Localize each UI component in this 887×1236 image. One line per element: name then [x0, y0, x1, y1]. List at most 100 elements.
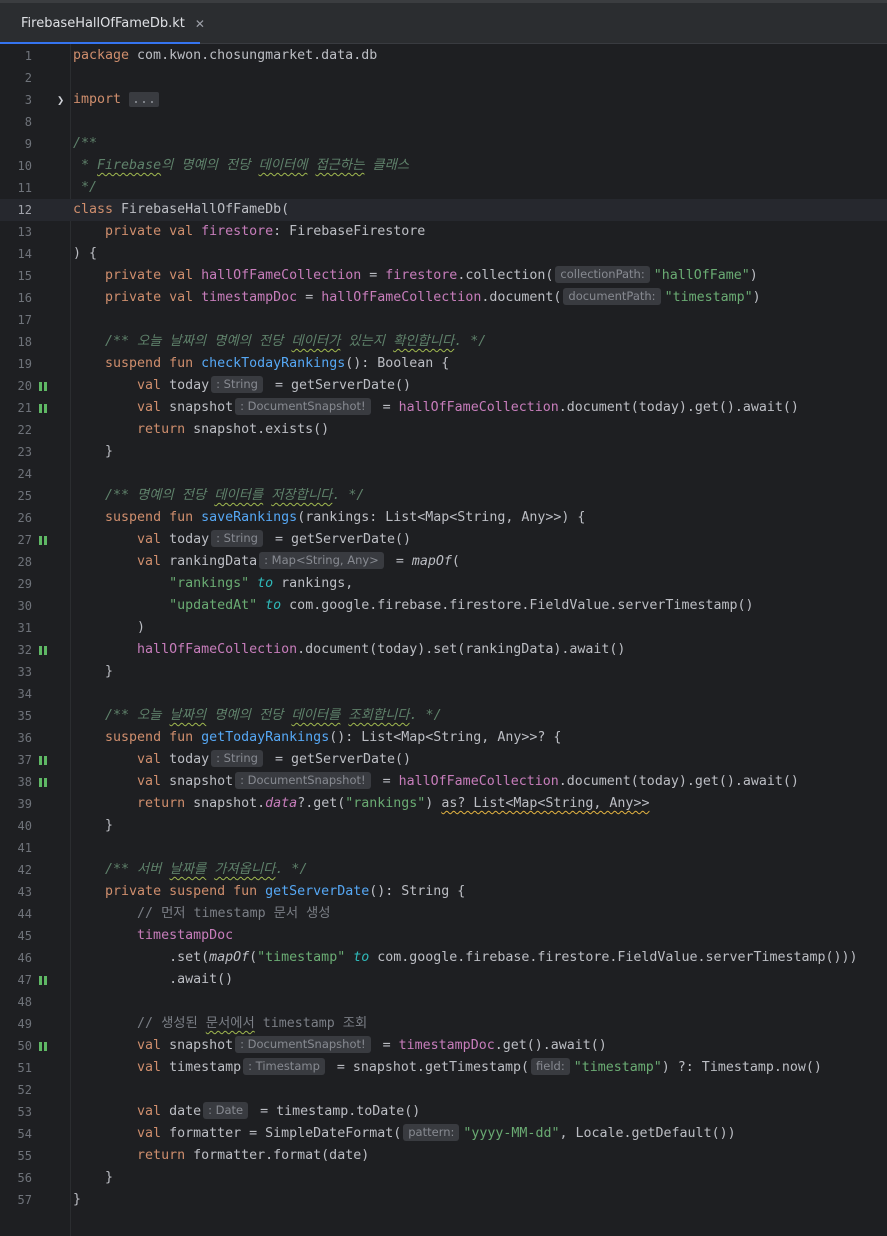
suspend-call-gutter-icon[interactable] — [39, 778, 48, 787]
line-number[interactable]: 19 — [0, 353, 32, 375]
line-number[interactable]: 17 — [0, 309, 32, 331]
line-number[interactable]: 37 — [0, 749, 32, 771]
line-number[interactable]: 43 — [0, 881, 32, 903]
line-number[interactable]: 35 — [0, 705, 32, 727]
line-number[interactable]: 29 — [0, 573, 32, 595]
code-line[interactable]: 2 — [0, 67, 887, 89]
code-line[interactable]: 55 return formatter.format(date) — [0, 1145, 887, 1167]
code-line[interactable]: 32 hallOfFameCollection.document(today).… — [0, 639, 887, 661]
line-number[interactable]: 44 — [0, 903, 32, 925]
code-line[interactable]: 50 val snapshot: DocumentSnapshot! = tim… — [0, 1035, 887, 1057]
line-number[interactable]: 26 — [0, 507, 32, 529]
line-number[interactable]: 38 — [0, 771, 32, 793]
suspend-call-gutter-icon[interactable] — [39, 976, 48, 985]
line-number[interactable]: 10 — [0, 155, 32, 177]
code-line[interactable]: 15 private val hallOfFameCollection = fi… — [0, 265, 887, 287]
line-number[interactable]: 50 — [0, 1035, 32, 1057]
line-number[interactable]: 56 — [0, 1167, 32, 1189]
code-line[interactable]: 33 } — [0, 661, 887, 683]
line-number[interactable]: 32 — [0, 639, 32, 661]
line-number[interactable]: 36 — [0, 727, 32, 749]
code-editor[interactable]: 1 package com.kwon.chosungmarket.data.db 2… — [0, 44, 887, 1236]
line-number[interactable]: 47 — [0, 969, 32, 991]
line-number[interactable]: 57 — [0, 1189, 32, 1211]
line-number[interactable]: 27 — [0, 529, 32, 551]
code-line[interactable]: 26 suspend fun saveRankings(rankings: Li… — [0, 507, 887, 529]
code-line[interactable]: 29 "rankings" to rankings, — [0, 573, 887, 595]
code-line[interactable]: 37 val today: String = getServerDate() — [0, 749, 887, 771]
code-line[interactable]: 49 // 생성된 문서에서 timestamp 조회 — [0, 1013, 887, 1035]
code-line[interactable]: 19 suspend fun checkTodayRankings(): Boo… — [0, 353, 887, 375]
code-line[interactable]: 28 val rankingData: Map<String, Any> = m… — [0, 551, 887, 573]
line-number[interactable]: 52 — [0, 1079, 32, 1101]
code-line[interactable]: 52 — [0, 1079, 887, 1101]
code-line[interactable]: 8 — [0, 111, 887, 133]
line-number[interactable]: 39 — [0, 793, 32, 815]
line-number[interactable]: 16 — [0, 287, 32, 309]
editor-tab-active[interactable]: FirebaseHallOfFameDb.kt ✕ — [0, 3, 205, 45]
line-number[interactable]: 49 — [0, 1013, 32, 1035]
line-number[interactable]: 53 — [0, 1101, 32, 1123]
line-number[interactable]: 30 — [0, 595, 32, 617]
line-number[interactable]: 12 — [0, 199, 32, 221]
line-number[interactable]: 21 — [0, 397, 32, 419]
code-line[interactable]: 22 return snapshot.exists() — [0, 419, 887, 441]
code-line[interactable]: 42 /** 서버 날짜를 가져옵니다. */ — [0, 859, 887, 881]
code-line[interactable]: 47 .await() — [0, 969, 887, 991]
code-line[interactable]: 43 private suspend fun getServerDate(): … — [0, 881, 887, 903]
code-line[interactable]: 12 class FirebaseHallOfFameDb( — [0, 199, 887, 221]
line-number[interactable]: 45 — [0, 925, 32, 947]
suspend-call-gutter-icon[interactable] — [39, 382, 48, 391]
line-number[interactable]: 9 — [0, 133, 32, 155]
line-number[interactable]: 18 — [0, 331, 32, 353]
suspend-call-gutter-icon[interactable] — [39, 536, 48, 545]
fold-chevron-icon[interactable]: ❯ — [57, 89, 64, 111]
line-number[interactable]: 14 — [0, 243, 32, 265]
code-line[interactable]: 54 val formatter = SimpleDateFormat(patt… — [0, 1123, 887, 1145]
code-line[interactable]: 18 /** 오늘 날짜의 명예의 전당 데이터가 있는지 확인합니다. */ — [0, 331, 887, 353]
line-number[interactable]: 3 — [0, 89, 32, 111]
line-number[interactable]: 46 — [0, 947, 32, 969]
code-line[interactable]: 53 val date: Date = timestamp.toDate() — [0, 1101, 887, 1123]
line-number[interactable]: 31 — [0, 617, 32, 639]
line-number[interactable]: 42 — [0, 859, 32, 881]
code-line[interactable]: 16 private val timestampDoc = hallOfFame… — [0, 287, 887, 309]
line-number[interactable]: 51 — [0, 1057, 32, 1079]
code-line[interactable]: 3 ❯ import ... — [0, 89, 887, 111]
line-number[interactable]: 54 — [0, 1123, 32, 1145]
code-line[interactable]: 9 /** — [0, 133, 887, 155]
code-line[interactable]: 44 // 먼저 timestamp 문서 생성 — [0, 903, 887, 925]
line-number[interactable]: 15 — [0, 265, 32, 287]
line-number[interactable]: 23 — [0, 441, 32, 463]
code-line[interactable]: 10 * Firebase의 명예의 전당 데이터에 접근하는 클래스 — [0, 155, 887, 177]
code-line[interactable]: 1 package com.kwon.chosungmarket.data.db — [0, 45, 887, 67]
code-line[interactable]: 46 .set(mapOf("timestamp" to com.google.… — [0, 947, 887, 969]
suspend-call-gutter-icon[interactable] — [39, 404, 48, 413]
code-line[interactable]: 23 } — [0, 441, 887, 463]
folded-imports[interactable]: ... — [129, 92, 160, 107]
line-number[interactable]: 1 — [0, 45, 32, 67]
line-number[interactable]: 25 — [0, 485, 32, 507]
code-line[interactable]: 31 ) — [0, 617, 887, 639]
code-line[interactable]: 56 } — [0, 1167, 887, 1189]
line-number[interactable]: 34 — [0, 683, 32, 705]
line-number[interactable]: 28 — [0, 551, 32, 573]
code-line[interactable]: 21 val snapshot: DocumentSnapshot! = hal… — [0, 397, 887, 419]
line-number[interactable]: 22 — [0, 419, 32, 441]
code-line[interactable]: 34 — [0, 683, 887, 705]
code-line[interactable]: 27 val today: String = getServerDate() — [0, 529, 887, 551]
code-line[interactable]: 11 */ — [0, 177, 887, 199]
code-line[interactable]: 13 private val firestore: FirebaseFirest… — [0, 221, 887, 243]
suspend-call-gutter-icon[interactable] — [39, 756, 48, 765]
code-line[interactable]: 51 val timestamp: Timestamp = snapshot.g… — [0, 1057, 887, 1079]
line-number[interactable]: 11 — [0, 177, 32, 199]
code-line[interactable]: 17 — [0, 309, 887, 331]
line-number[interactable]: 13 — [0, 221, 32, 243]
line-number[interactable]: 55 — [0, 1145, 32, 1167]
line-number[interactable]: 20 — [0, 375, 32, 397]
line-number[interactable]: 24 — [0, 463, 32, 485]
line-number[interactable]: 40 — [0, 815, 32, 837]
line-number[interactable]: 33 — [0, 661, 32, 683]
code-line[interactable]: 41 — [0, 837, 887, 859]
code-line[interactable]: 24 — [0, 463, 887, 485]
